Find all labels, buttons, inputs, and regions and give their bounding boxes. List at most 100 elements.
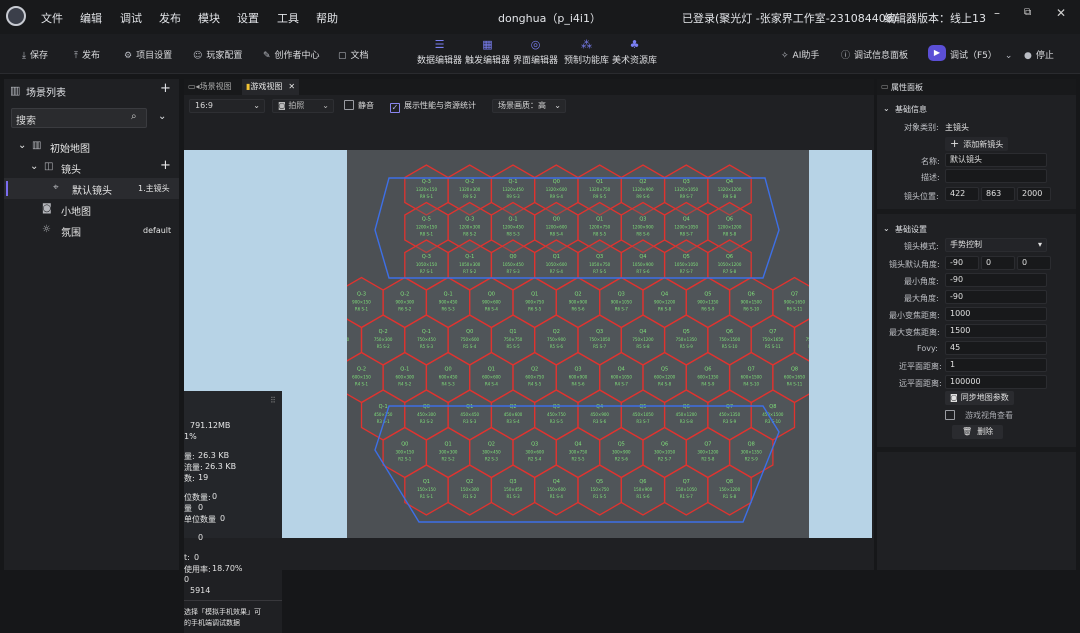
photo-select[interactable]: ◙ 拍照 ⌄	[272, 99, 334, 113]
hex-label: Q-1	[379, 404, 388, 410]
info-icon: ⓘ	[841, 51, 851, 61]
hex-label: Q6	[726, 217, 733, 223]
tree-item-atmosphere[interactable]: 氛围	[61, 224, 81, 239]
default-angle-y[interactable]: 0	[981, 256, 1015, 270]
game-view-checkbox[interactable]	[945, 410, 955, 420]
scene-list-panel: ▥ 场景列表 + 搜索 ⌕ ⌄ ⌄ ▥ 初始地图 ⌄ ◫ 镜头 + ⌖ 默认镜头…	[4, 79, 179, 570]
add-scene-button[interactable]: +	[160, 81, 171, 96]
hex-position-label: 900×450	[439, 300, 458, 305]
max-angle-field[interactable]: -90	[945, 290, 1047, 304]
far-plane-field[interactable]: 100000	[945, 375, 1047, 389]
hex-position-label: 150×750	[590, 487, 609, 492]
sync-map-params-button[interactable]: ◙ 同步地图参数	[945, 391, 1014, 405]
filter-dropdown-icon[interactable]: ⌄	[158, 111, 166, 122]
default-angle-z[interactable]: 0	[1017, 256, 1051, 270]
fovy-field[interactable]: 45	[945, 341, 1047, 355]
player-config-button[interactable]: ☺ 玩家配置	[193, 48, 242, 61]
hex-position-label: 1200×600	[546, 225, 568, 230]
camera-description-field[interactable]	[945, 169, 1047, 183]
trigger-editor-button[interactable]: ▦ 触发编辑器	[465, 38, 510, 66]
search-input[interactable]: 搜索 ⌕	[11, 108, 147, 128]
tree-item-default-camera[interactable]: ⌖ 默认镜头 1.主镜头	[4, 178, 179, 199]
expand-camera-icon[interactable]: ⌄	[30, 161, 38, 172]
close-button[interactable]: ✕	[1056, 6, 1066, 20]
hex-position-label: 600×150	[352, 375, 371, 380]
tree-item-camera-group[interactable]: 镜头	[61, 161, 81, 176]
docs-button[interactable]: ▢ 文档	[338, 48, 369, 61]
tree-item-root-map[interactable]: 初始地图	[50, 140, 90, 155]
hex-label: Q5	[596, 479, 603, 485]
hex-label: Q-2	[400, 292, 409, 298]
camera-pos-x[interactable]: 422	[945, 187, 979, 201]
minimize-button[interactable]: –	[994, 6, 1000, 20]
ai-assistant-button[interactable]: ✧ AI助手	[781, 48, 819, 61]
hex-coord-label: R5 S-2	[377, 344, 391, 349]
camera-pos-z[interactable]: 2000	[1017, 187, 1051, 201]
project-settings-button[interactable]: ⚙ 项目设置	[124, 48, 172, 61]
hex-coord-label: R1 S-6	[636, 494, 650, 499]
hex-coord-label: R3 S-2	[420, 419, 434, 424]
max-zoom-field[interactable]: 1500	[945, 324, 1047, 338]
publish-button[interactable]: ⤒ 发布	[74, 48, 100, 61]
caret-down-icon: ▾	[1037, 240, 1042, 249]
chevron-down-icon: ⌄	[1004, 51, 1013, 61]
ui-editor-button[interactable]: ◎ 界面编辑器	[513, 38, 558, 66]
save-button[interactable]: ⤓ 保存	[22, 48, 48, 61]
camera-pos-y[interactable]: 863	[981, 187, 1015, 201]
menu-help[interactable]: 帮助	[316, 10, 338, 26]
performance-stats-overlay: ⠿ 791.12MB 1% 量: 26.3 KB 流量: 26.3 KB 数: …	[184, 391, 282, 633]
aspect-ratio-select[interactable]: 16:9 ⌄	[189, 99, 265, 113]
data-editor-button[interactable]: ☰ 数据编辑器	[417, 38, 462, 66]
tab-close-icon[interactable]: ✕	[288, 82, 295, 91]
menu-file[interactable]: 文件	[41, 10, 63, 26]
camera-name-field[interactable]: 默认镜头	[945, 153, 1047, 167]
min-angle-field[interactable]: -90	[945, 273, 1047, 287]
mute-checkbox[interactable]: 静音	[344, 100, 374, 111]
hex-position-label: 450×900	[590, 412, 609, 417]
game-viewport[interactable]: Q-3 1320×150 R9 S-1 Q-2 1320×300 R9 S-2 Q-1 132…	[184, 150, 872, 633]
near-plane-field[interactable]: 1	[945, 358, 1047, 372]
run-debug-button[interactable]: 调试（F5） ⌄	[950, 48, 1016, 61]
collapse-basic-info-icon[interactable]: ⌄	[883, 104, 890, 113]
menu-settings[interactable]: 设置	[237, 10, 259, 26]
menu-debug[interactable]: 调试	[120, 10, 142, 26]
hex-position-label: 1320×900	[632, 187, 654, 192]
tree-item-minimap[interactable]: 小地图	[61, 203, 91, 218]
debug-panel-button[interactable]: ⓘ 调试信息面板	[841, 48, 908, 61]
hex-map[interactable]: Q-3 1320×150 R9 S-1 Q-2 1320×300 R9 S-2 Q-1 132…	[347, 150, 809, 538]
show-stats-checkbox[interactable]: ✓ 展示性能与资源统计	[390, 100, 476, 113]
hex-label: Q1	[509, 329, 516, 335]
hex-coord-label: R5 S-8	[636, 344, 650, 349]
menu-tools[interactable]: 工具	[277, 10, 299, 26]
add-camera-button[interactable]: +	[160, 158, 171, 173]
menu-publish[interactable]: 发布	[159, 10, 181, 26]
hex-label: Q7	[704, 442, 711, 448]
maximize-button[interactable]: ⧉	[1024, 7, 1031, 18]
expand-root-icon[interactable]: ⌄	[18, 140, 26, 151]
tab-game-view[interactable]: ▮游戏视图 ✕	[242, 79, 300, 95]
hex-label: Q3	[553, 404, 560, 410]
tab-scene-view[interactable]: ▭◂场景视图	[188, 81, 232, 92]
art-library-button[interactable]: ♣ 美术资源库	[612, 38, 657, 66]
delete-button[interactable]: 🗑 删除	[952, 425, 1004, 439]
collapse-basic-settings-icon[interactable]: ⌄	[883, 224, 890, 233]
menu-edit[interactable]: 编辑	[80, 10, 102, 26]
creator-center-button[interactable]: ✎ 创作者中心	[263, 48, 320, 61]
default-angle-x[interactable]: -90	[945, 256, 979, 270]
add-camera-button[interactable]: + 添加新镜头	[945, 137, 1009, 151]
hex-label: Q6	[704, 367, 711, 373]
hex-label: Q1	[596, 217, 603, 223]
hex-position-label: 750×300	[374, 337, 393, 342]
min-zoom-field[interactable]: 1000	[945, 307, 1047, 321]
menu-module[interactable]: 模块	[198, 10, 220, 26]
run-icon[interactable]: ▶	[928, 45, 946, 61]
camera-mode-select[interactable]: 手势控制 ▾	[945, 238, 1047, 252]
checked-icon: ✓	[390, 103, 400, 113]
hex-label: Q4	[553, 479, 560, 485]
prefab-library-button[interactable]: ⁂ 预制功能库	[564, 38, 609, 66]
quality-select[interactable]: 场景画质：高 ⌄	[492, 99, 566, 113]
hex-label: Q6	[726, 254, 733, 260]
hex-position-label: 150×150	[417, 487, 436, 492]
stop-button[interactable]: ● 停止	[1024, 48, 1054, 61]
drag-handle-icon[interactable]: ⠿	[270, 396, 276, 405]
